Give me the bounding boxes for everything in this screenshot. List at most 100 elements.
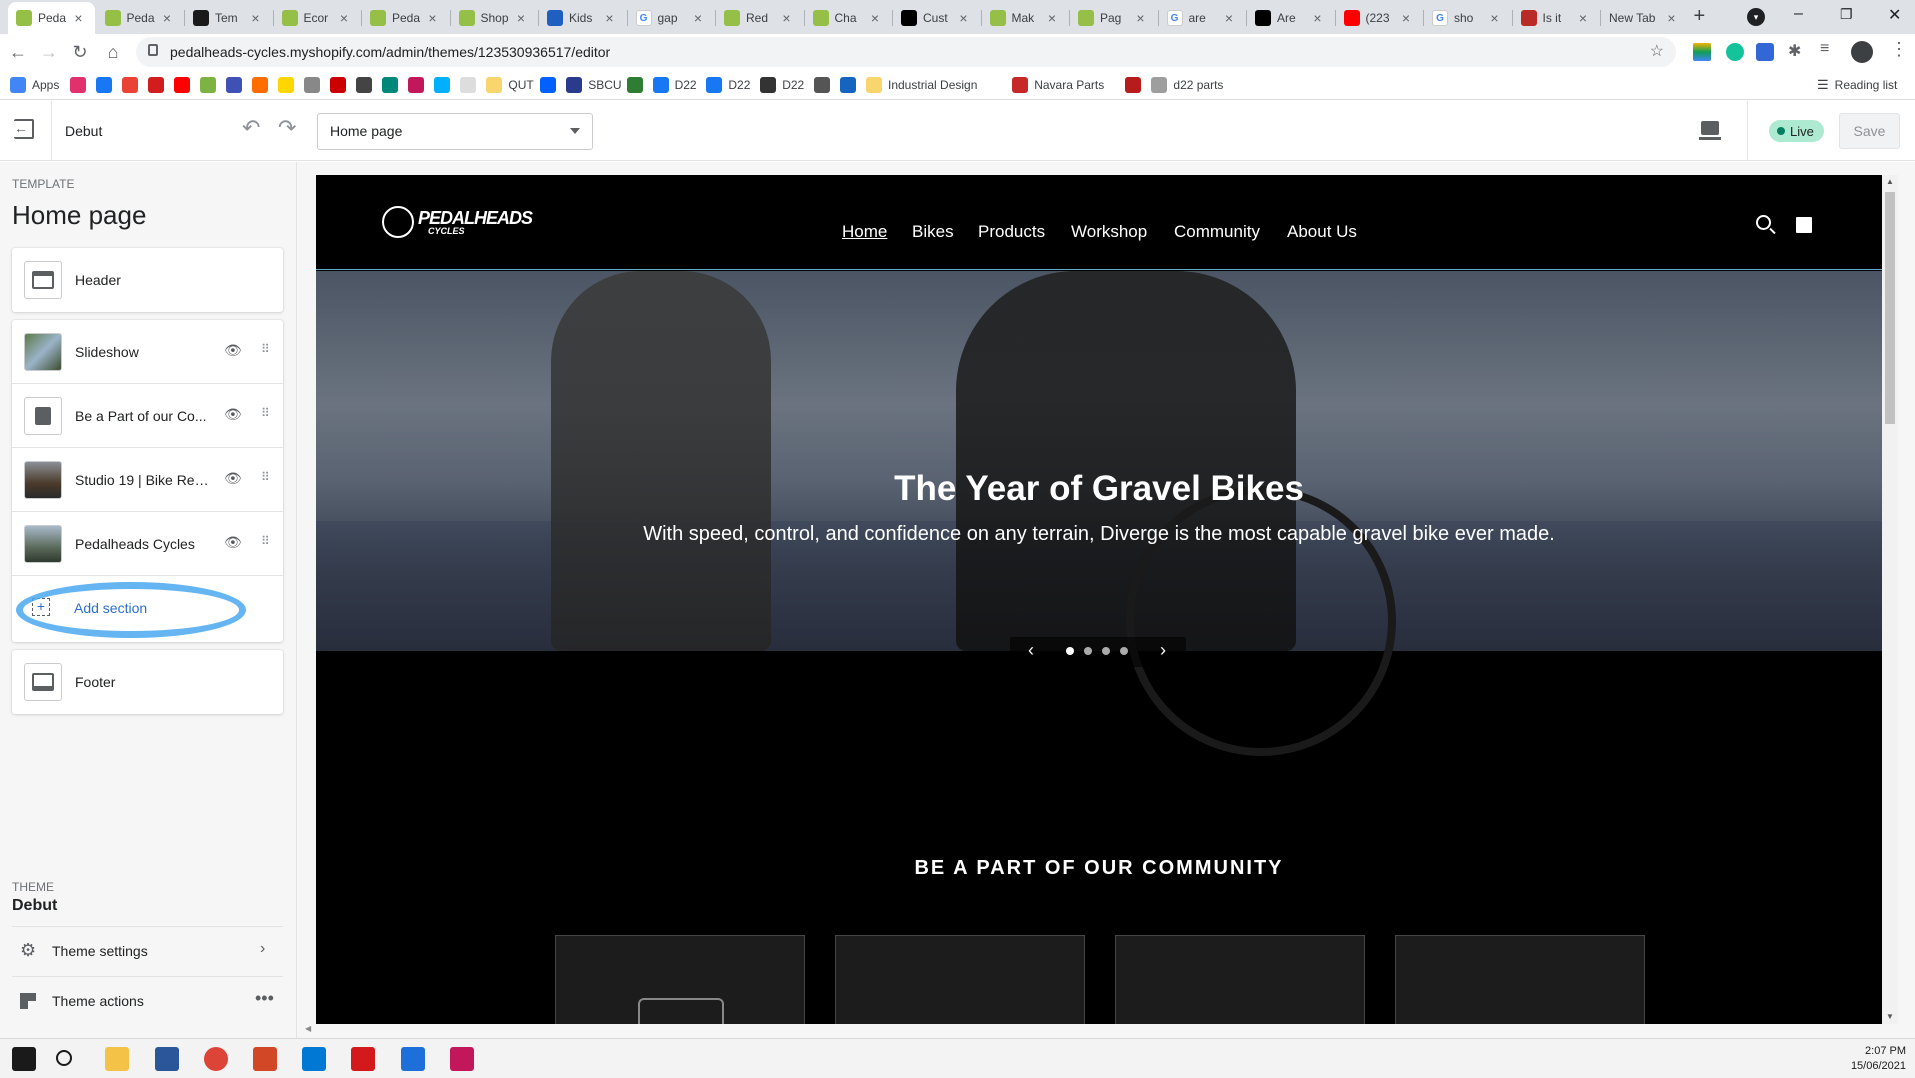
close-tab-icon[interactable]: × xyxy=(690,10,706,26)
back-arrow-icon[interactable]: ← xyxy=(6,40,30,64)
browser-tab[interactable]: Peda × xyxy=(97,2,184,34)
bookmark-icon-item[interactable] xyxy=(382,76,404,94)
bookmark-star-icon[interactable]: ☆ xyxy=(1650,41,1664,61)
bookmark-icon-item[interactable] xyxy=(540,76,562,94)
close-tab-icon[interactable]: × xyxy=(71,10,87,26)
nav-link-bikes[interactable]: Bikes xyxy=(912,222,954,242)
eye-visibility-icon[interactable]: 👁 xyxy=(224,406,242,423)
redo-icon[interactable]: ↷ xyxy=(278,115,296,141)
browser-tab[interactable]: Red × xyxy=(716,2,803,34)
theme-actions-link[interactable]: Theme actions ••• xyxy=(12,980,283,1024)
close-window-icon[interactable]: ✕ xyxy=(1888,5,1901,25)
bookmark-icon-item[interactable] xyxy=(1125,76,1147,94)
eye-visibility-icon[interactable]: 👁 xyxy=(224,342,242,359)
browser-tab[interactable]: Ggap × xyxy=(628,2,715,34)
community-card[interactable] xyxy=(1395,935,1645,1024)
bookmark-icon-item[interactable] xyxy=(626,76,649,94)
bookmark-icon-item[interactable] xyxy=(460,76,482,94)
slide-dot-3[interactable] xyxy=(1102,647,1110,655)
search-icon[interactable] xyxy=(1756,215,1771,230)
nav-link-workshop[interactable]: Workshop xyxy=(1071,222,1147,242)
section-row-header[interactable]: Header xyxy=(12,248,283,312)
drag-handle-icon[interactable]: ⠿ xyxy=(261,534,270,548)
minimize-window-icon[interactable]: – xyxy=(1794,5,1803,23)
scroll-down-arrow-icon[interactable]: ▼ xyxy=(1886,1012,1894,1021)
extension-icon[interactable] xyxy=(1693,43,1711,61)
bookmark-item[interactable]: Apps xyxy=(10,76,59,94)
footer-section-card[interactable]: Footer xyxy=(12,650,283,714)
slide-dot-4[interactable] xyxy=(1120,647,1128,655)
restore-window-icon[interactable]: ❐ xyxy=(1840,6,1853,23)
community-card[interactable] xyxy=(1115,935,1365,1024)
bookmark-icon-item[interactable] xyxy=(226,76,248,94)
nav-link-about-us[interactable]: About Us xyxy=(1287,222,1357,242)
drag-handle-icon[interactable]: ⠿ xyxy=(261,406,270,420)
section-row-footer[interactable]: Footer xyxy=(12,650,283,714)
powerpoint-icon[interactable] xyxy=(253,1047,277,1071)
browser-tab[interactable]: Ecor × xyxy=(274,2,361,34)
close-tab-icon[interactable]: × xyxy=(1310,10,1326,26)
bookmark-icon-item[interactable] xyxy=(330,76,352,94)
desktop-preview-icon[interactable] xyxy=(1701,121,1719,135)
section-row-community[interactable]: Be a Part of our Co... 👁 ⠿ xyxy=(12,384,283,448)
more-horizontal-icon[interactable]: ••• xyxy=(255,988,274,1009)
bookmark-icon-item[interactable] xyxy=(148,76,170,94)
bookmark-item[interactable]: Navara Parts xyxy=(1012,76,1104,94)
browser-tab[interactable]: Is it × xyxy=(1513,2,1600,34)
next-slide-arrow-icon[interactable]: › xyxy=(1160,640,1166,661)
photos-icon[interactable] xyxy=(401,1047,425,1071)
bookmark-item[interactable]: d22 parts xyxy=(1151,76,1223,94)
undo-icon[interactable]: ↶ xyxy=(242,115,260,141)
browser-tab[interactable]: Mak × xyxy=(982,2,1069,34)
close-tab-icon[interactable]: × xyxy=(1398,10,1414,26)
browser-tab[interactable]: Gare × xyxy=(1159,2,1246,34)
home-icon[interactable]: ⌂ xyxy=(101,40,125,64)
bookmark-item[interactable]: D22 xyxy=(760,76,804,94)
reading-list-icon[interactable]: ≡ xyxy=(1820,40,1829,58)
bookmark-icon-item[interactable] xyxy=(278,76,300,94)
bookmark-item[interactable]: SBCU xyxy=(566,76,622,94)
browser-tab[interactable]: Peda × xyxy=(8,2,95,34)
exit-editor-icon[interactable]: ← xyxy=(14,119,34,139)
drag-handle-icon[interactable]: ⠿ xyxy=(261,342,270,356)
close-tab-icon[interactable]: × xyxy=(779,10,795,26)
bookmark-icon-item[interactable] xyxy=(252,76,274,94)
close-tab-icon[interactable]: × xyxy=(1044,10,1060,26)
bookmark-item[interactable]: Industrial Design xyxy=(866,76,977,94)
close-tab-icon[interactable]: × xyxy=(1487,10,1503,26)
acrobat-icon[interactable] xyxy=(351,1047,375,1071)
close-tab-icon[interactable]: × xyxy=(248,10,264,26)
profile-avatar[interactable] xyxy=(1851,41,1873,63)
close-tab-icon[interactable]: × xyxy=(513,10,529,26)
close-tab-icon[interactable]: × xyxy=(1664,10,1680,26)
cart-icon[interactable] xyxy=(1796,217,1812,233)
address-bar[interactable]: pedalheads-cycles.myshopify.com/admin/th… xyxy=(136,37,1676,67)
community-card[interactable] xyxy=(555,935,805,1024)
browser-tab[interactable]: Shop × xyxy=(451,2,538,34)
close-tab-icon[interactable]: × xyxy=(602,10,618,26)
bookmark-icon-item[interactable] xyxy=(70,76,92,94)
browser-tab[interactable]: Are × xyxy=(1247,2,1334,34)
more-menu-icon[interactable]: ⋮ xyxy=(1890,39,1908,60)
eye-visibility-icon[interactable]: 👁 xyxy=(224,470,242,487)
theme-settings-link[interactable]: ⚙ Theme settings › xyxy=(12,930,283,974)
bookmark-item[interactable]: D22 xyxy=(706,76,750,94)
bookmark-item[interactable]: D22 xyxy=(652,76,697,94)
tab-search-icon[interactable]: ▾ xyxy=(1747,8,1765,26)
scroll-up-arrow-icon[interactable]: ▲ xyxy=(1886,177,1894,186)
bookmark-icon-item[interactable] xyxy=(96,76,118,94)
bookmark-icon-item[interactable] xyxy=(840,76,862,94)
browser-tab[interactable]: Cha × xyxy=(805,2,892,34)
slide-dot-2[interactable] xyxy=(1084,647,1092,655)
drag-handle-icon[interactable]: ⠿ xyxy=(261,470,270,484)
extension-icon[interactable] xyxy=(1756,43,1774,61)
header-section-card[interactable]: Header xyxy=(12,248,283,312)
file-explorer-icon[interactable] xyxy=(105,1047,129,1071)
section-row-studio-19[interactable]: Studio 19 | Bike Ren... 👁 ⠿ xyxy=(12,448,283,512)
bookmark-icon-item[interactable] xyxy=(356,76,378,94)
reload-icon[interactable]: ↻ xyxy=(68,40,92,64)
bookmark-item[interactable]: QUT xyxy=(486,76,534,94)
bookmark-icon-item[interactable] xyxy=(434,76,456,94)
slide-dot-1[interactable] xyxy=(1066,647,1074,655)
close-tab-icon[interactable]: × xyxy=(425,10,441,26)
